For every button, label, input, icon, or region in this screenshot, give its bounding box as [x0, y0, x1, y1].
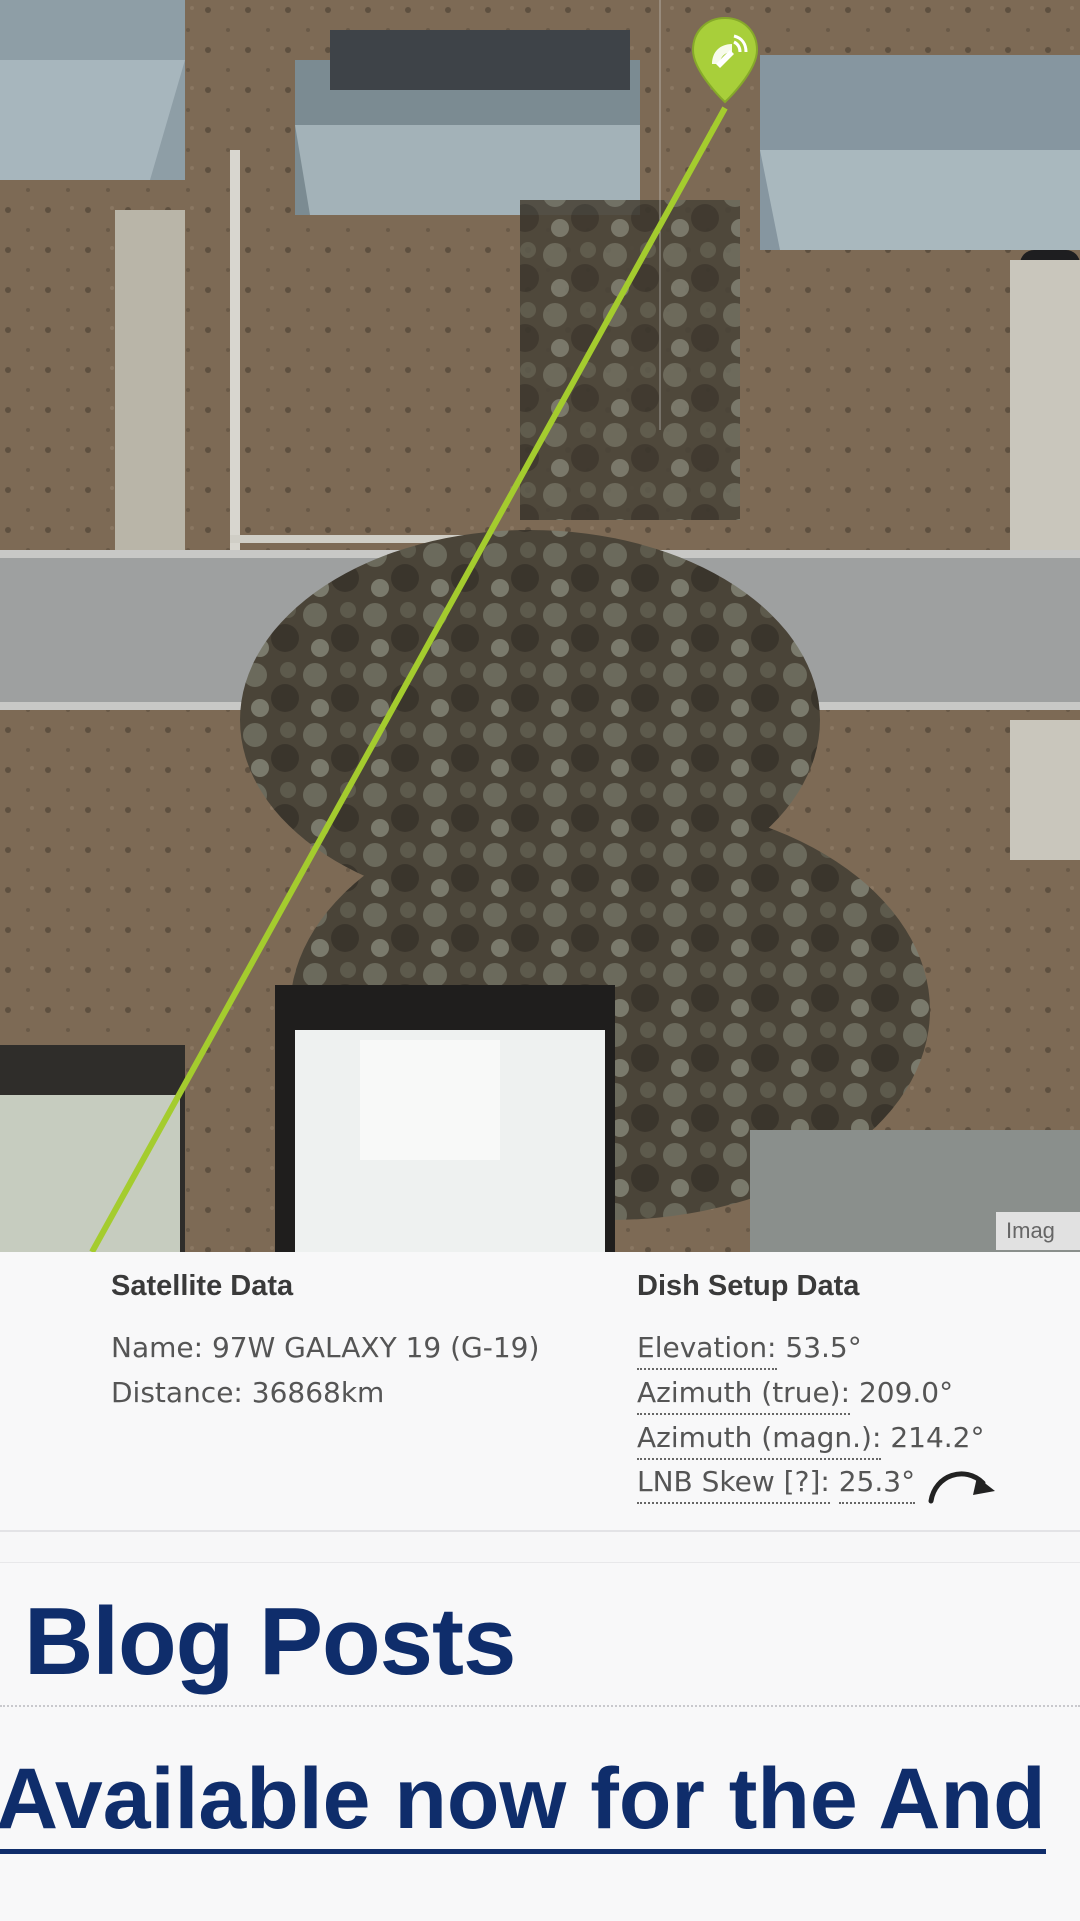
- satellite-map[interactable]: Imag: [0, 0, 1080, 1252]
- satellite-distance: Distance: 36868km: [111, 1376, 385, 1409]
- lnb-skew-row: LNB Skew [?]: 25.3°: [637, 1460, 999, 1505]
- dish-setup-section: Dish Setup Data Elevation: 53.5° Azimuth…: [637, 1270, 999, 1505]
- satellite-name: Name: 97W GALAXY 19 (G-19): [111, 1331, 540, 1364]
- aerial-imagery: [0, 0, 1080, 1252]
- lnb-skew-label[interactable]: LNB Skew [?]:: [637, 1462, 830, 1504]
- azimuth-true-value: 209.0°: [858, 1376, 954, 1409]
- blog-divider: [0, 1705, 1080, 1707]
- elevation-value: 53.5°: [785, 1331, 862, 1364]
- dish-setup-heading: Dish Setup Data: [637, 1270, 860, 1302]
- elevation-label[interactable]: Elevation:: [637, 1328, 777, 1370]
- azimuth-magn-row: Azimuth (magn.): 214.2°: [637, 1415, 999, 1460]
- blog-section: Blog Posts Available now for the And: [0, 1562, 1080, 1921]
- satellite-data-section: Satellite Data Name: 97W GALAXY 19 (G-19…: [111, 1270, 539, 1415]
- satellite-info-panel: Satellite Data Name: 97W GALAXY 19 (G-19…: [0, 1252, 1080, 1532]
- azimuth-true-row: Azimuth (true): 209.0°: [637, 1370, 999, 1415]
- satellite-pin-icon[interactable]: [690, 14, 760, 106]
- lnb-skew-value: 25.3°: [838, 1462, 916, 1504]
- clockwise-arrow-icon: [928, 1471, 996, 1503]
- blog-post-link[interactable]: Available now for the And: [0, 1749, 1046, 1854]
- azimuth-true-label[interactable]: Azimuth (true):: [637, 1373, 851, 1415]
- map-attribution[interactable]: Imag: [996, 1212, 1080, 1250]
- satellite-data-heading: Satellite Data: [111, 1270, 294, 1302]
- elevation-row: Elevation: 53.5°: [637, 1325, 999, 1370]
- blog-posts-heading: Blog Posts: [24, 1588, 516, 1695]
- azimuth-magn-value: 214.2°: [890, 1421, 985, 1454]
- azimuth-magn-label[interactable]: Azimuth (magn.):: [637, 1418, 882, 1460]
